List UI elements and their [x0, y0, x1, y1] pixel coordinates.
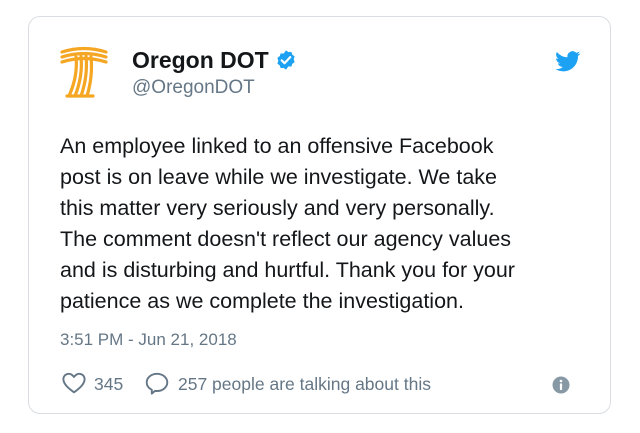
- tweet-text: An employee linked to an offensive Faceb…: [60, 131, 580, 317]
- comment-icon[interactable]: [145, 372, 169, 395]
- tweet-text-line: and is disturbing and hurtful. Thank you…: [60, 258, 515, 282]
- tweet-text-line: post is on leave while we investigate. W…: [60, 165, 498, 189]
- like-count[interactable]: 345: [94, 374, 123, 394]
- author-handle[interactable]: @OregonDOT: [132, 77, 255, 99]
- tweet-text-line: The comment doesn't reflect our agency v…: [60, 227, 512, 251]
- info-icon[interactable]: [552, 376, 570, 394]
- tweet-action-bar: 345 257 people are talking about this: [62, 371, 582, 397]
- talking-about-link[interactable]: 257 people are talking about this: [178, 374, 431, 394]
- twitter-bird-icon[interactable]: [555, 51, 581, 72]
- tweet-text-line: this matter very seriously and very pers…: [60, 196, 495, 220]
- tweet-timestamp[interactable]: 3:51 PM - Jun 21, 2018: [60, 330, 237, 350]
- tweet-text-line: patience as we complete the investigatio…: [60, 289, 464, 313]
- author-display-name[interactable]: Oregon DOT: [132, 47, 269, 73]
- embedded-tweet-card[interactable]: Oregon DOT @OregonDOT An employee linked…: [28, 16, 611, 414]
- tweet-text-line: An employee linked to an offensive Faceb…: [60, 134, 494, 158]
- oregon-dot-logo: [60, 46, 108, 98]
- author-name-row[interactable]: Oregon DOT: [132, 47, 297, 73]
- heart-icon[interactable]: [62, 372, 86, 394]
- oregon-dot-logo-avatar[interactable]: [59, 44, 109, 100]
- verified-badge-icon: [277, 50, 295, 70]
